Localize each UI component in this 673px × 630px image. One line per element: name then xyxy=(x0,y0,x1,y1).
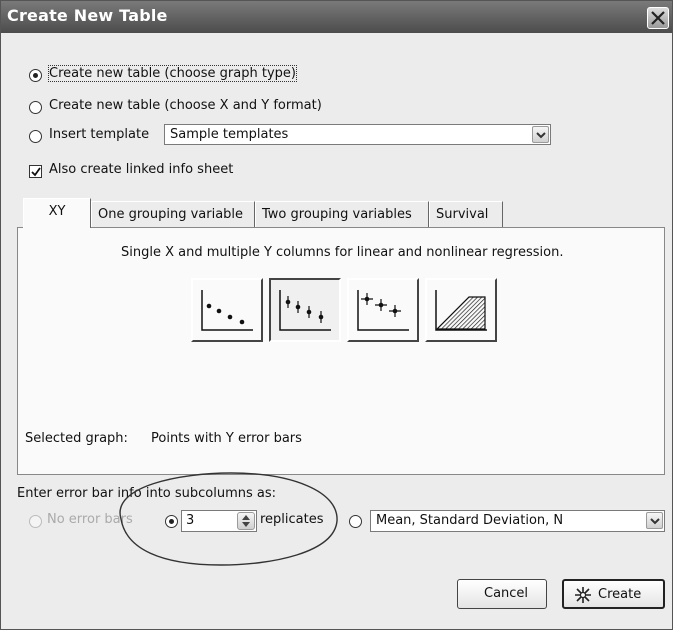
graph-type-points-button[interactable] xyxy=(191,278,263,342)
close-button[interactable] xyxy=(647,7,669,29)
template-select-value: Sample templates xyxy=(170,127,289,142)
spinner-arrows-icon xyxy=(242,515,250,527)
replicates-value: 3 xyxy=(186,513,195,528)
error-bar-heading: Enter error bar info into subcolumns as: xyxy=(17,486,277,501)
points-with-y-error-bars-graph-icon xyxy=(279,290,331,331)
selected-graph-label: Selected graph: xyxy=(25,431,128,446)
error-format-select[interactable]: Mean, Standard Deviation, N xyxy=(370,510,665,532)
tab-two-grouping-variables[interactable]: Two grouping variables xyxy=(255,201,429,228)
window-title: Create New Table xyxy=(7,6,168,25)
replicates-spinner[interactable] xyxy=(237,512,255,530)
tab-one-grouping-label: One grouping variable xyxy=(98,207,244,222)
points-only-graph-icon xyxy=(201,290,253,331)
create-button[interactable]: Create xyxy=(562,579,665,609)
graph-type-xy-error-bars-button[interactable] xyxy=(347,278,419,342)
linked-info-label[interactable]: Also create linked info sheet xyxy=(49,162,233,177)
checkmark-icon xyxy=(31,167,41,177)
tab-survival-label: Survival xyxy=(436,207,489,222)
error-format-arrow[interactable] xyxy=(646,512,663,529)
tab-one-grouping-variable[interactable]: One grouping variable xyxy=(91,201,255,228)
replicates-label: replicates xyxy=(260,512,324,527)
tab-xy[interactable]: XY xyxy=(23,198,91,228)
insert-template-label[interactable]: Insert template xyxy=(49,127,149,142)
choose-graph-type-label[interactable]: Create new table (choose graph type) xyxy=(48,65,297,82)
cancel-button[interactable]: Cancel xyxy=(457,579,547,609)
radio-choose-xy-format[interactable] xyxy=(29,101,42,114)
points-with-xy-error-bars-graph-icon xyxy=(357,290,409,331)
template-select-arrow[interactable] xyxy=(532,126,549,143)
radio-no-error-bars[interactable] xyxy=(29,515,42,528)
radio-choose-graph-type[interactable] xyxy=(29,69,42,82)
template-select[interactable]: Sample templates xyxy=(164,124,551,145)
create-button-label: Create xyxy=(598,587,642,602)
radio-insert-template[interactable] xyxy=(29,130,42,143)
radio-format-select[interactable] xyxy=(349,515,362,528)
linked-info-checkbox[interactable] xyxy=(29,165,42,178)
create-new-table-dialog: Create New Table Create new table (choos… xyxy=(0,0,673,630)
selected-graph-value: Points with Y error bars xyxy=(151,431,302,446)
sparkle-icon xyxy=(575,587,591,603)
no-error-bars-label[interactable]: No error bars xyxy=(47,512,133,527)
replicates-input[interactable]: 3 xyxy=(181,510,257,532)
close-icon xyxy=(651,11,665,25)
graph-type-y-error-bars-button[interactable] xyxy=(269,278,341,342)
chevron-down-icon xyxy=(650,518,660,525)
error-format-value: Mean, Standard Deviation, N xyxy=(376,513,564,528)
tab-survival[interactable]: Survival xyxy=(429,201,503,228)
tab-two-grouping-label: Two grouping variables xyxy=(262,207,412,222)
area-fill-graph-icon xyxy=(435,290,487,331)
title-bar[interactable]: Create New Table xyxy=(1,1,672,33)
radio-replicates[interactable] xyxy=(165,515,178,528)
graph-type-area-button[interactable] xyxy=(425,278,497,342)
tab-xy-label: XY xyxy=(48,204,66,219)
graph-description: Single X and multiple Y columns for line… xyxy=(121,245,564,260)
chevron-down-icon xyxy=(536,132,546,139)
cancel-button-label: Cancel xyxy=(484,586,529,601)
choose-xy-format-label[interactable]: Create new table (choose X and Y format) xyxy=(49,98,322,113)
